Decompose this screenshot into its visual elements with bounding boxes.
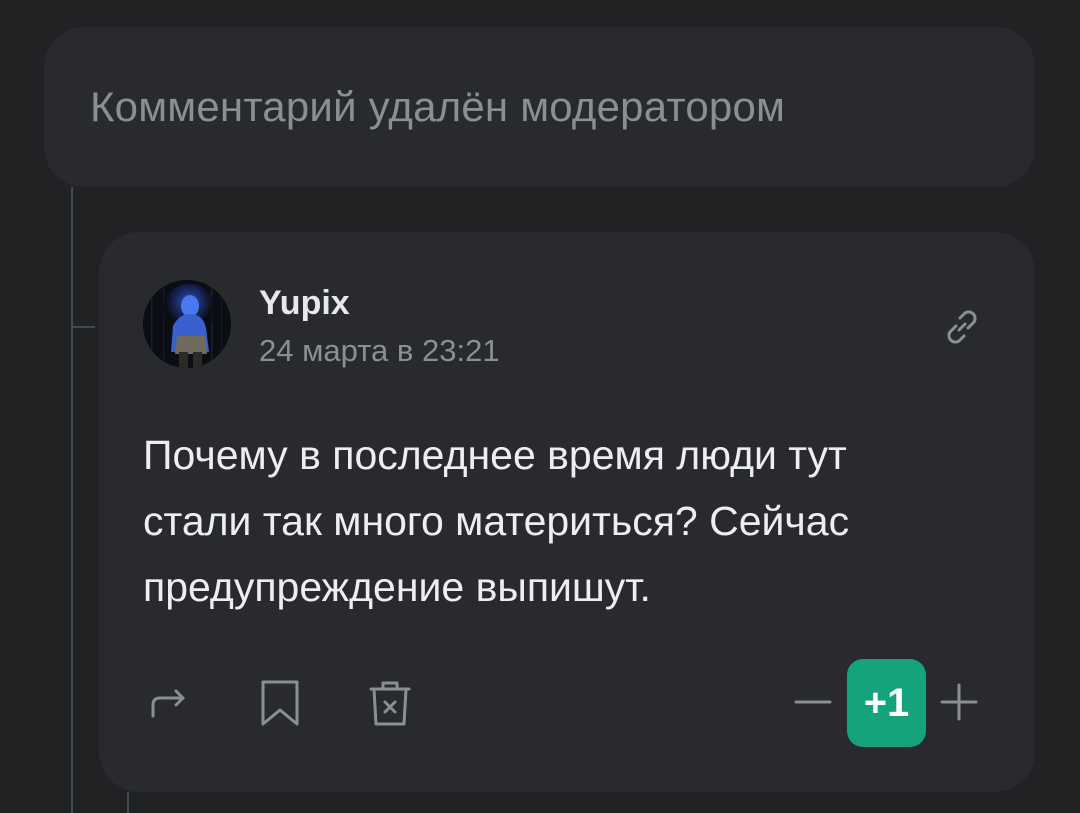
bookmark-icon[interactable]: [255, 678, 305, 728]
comment-timestamp[interactable]: 24 марта в 23:21: [259, 333, 500, 369]
thread-branch: [71, 326, 95, 328]
avatar[interactable]: [143, 280, 231, 368]
author-name[interactable]: Yupix: [259, 284, 350, 323]
score-badge[interactable]: +1: [847, 659, 926, 747]
minus-icon[interactable]: [791, 680, 835, 724]
trash-icon[interactable]: [365, 678, 415, 728]
deleted-comment-text: Комментарий удалён модератором: [90, 83, 786, 130]
reply-thread-line: [127, 792, 129, 813]
link-icon[interactable]: [939, 304, 985, 350]
comment-card: Yupix 24 марта в 23:21 Почему в последне…: [99, 232, 1035, 792]
share-arrow-icon[interactable]: [144, 678, 194, 728]
comments-page: Комментарий удалён модератором Yupix 24 …: [0, 0, 1080, 813]
plus-icon[interactable]: [937, 680, 981, 724]
deleted-comment-card: Комментарий удалён модератором: [44, 27, 1035, 187]
comment-text: Почему в последнее время люди тут стали …: [143, 432, 850, 610]
thread-line: [71, 187, 73, 813]
